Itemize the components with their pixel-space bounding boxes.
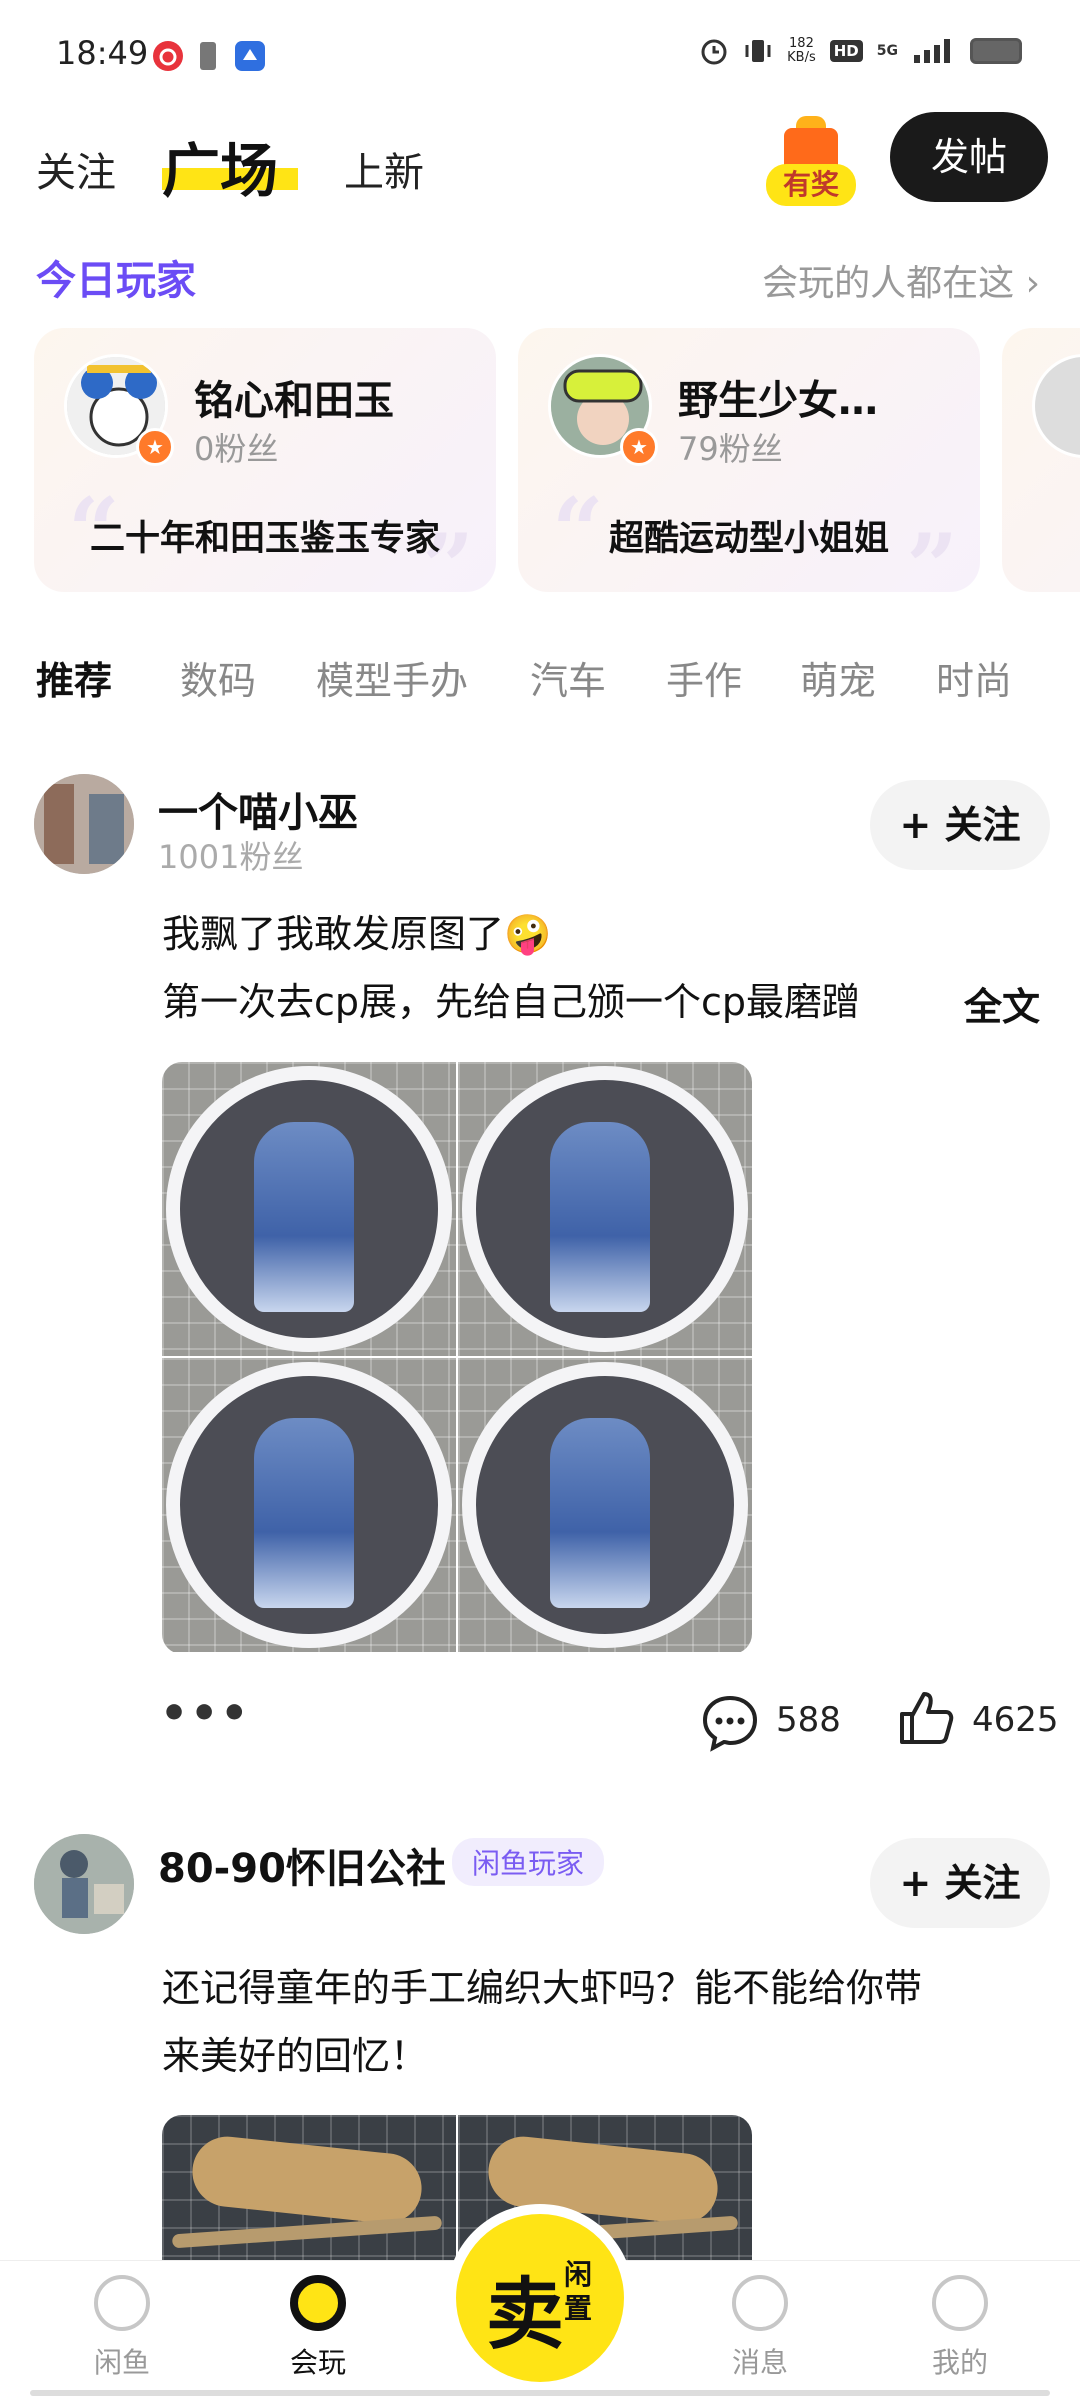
players-carousel[interactable]: ★ 铭心和田玉 0粉丝 “ ” 二十年和田玉鉴玉专家 ★ 野生少女… 79粉丝 …: [0, 328, 1080, 594]
player-card[interactable]: ★ 铭心和田玉 0粉丝 “ ” 二十年和田玉鉴玉专家: [34, 328, 496, 594]
player-fans: 0粉丝: [194, 430, 279, 468]
home-indicator: [30, 2390, 1050, 2396]
player-card[interactable]: ★ 野生少女… 79粉丝 “ ” 超酷运动型小姐姐: [518, 328, 980, 594]
net-speed: 182 KB/s: [787, 36, 816, 65]
player-card-partial[interactable]: [1002, 328, 1080, 592]
category-fashion[interactable]: 时尚: [936, 650, 1012, 705]
message-bubble-icon: [732, 2275, 788, 2331]
full-text-link[interactable]: 全文: [958, 976, 1041, 1031]
reward-label: 有奖: [766, 164, 856, 206]
player-desc: 超酷运动型小姐姐: [608, 519, 889, 559]
follow-button[interactable]: + 关注: [870, 780, 1050, 870]
feed-post: 一个喵小巫 1001粉丝 + 关注 我飘了我敢发原图了🤪 第一次去cp展，先给自…: [0, 770, 1080, 1760]
netease-music-icon: [153, 41, 183, 71]
nav-label: 闲鱼: [93, 2346, 150, 2379]
player-tag-badge: 闲鱼玩家: [452, 1838, 605, 1886]
nav-label: 我的: [931, 2346, 988, 2379]
top-nav: 关注 广场 上新 有奖 发帖: [0, 110, 1080, 220]
post-text-line: 第一次去cp展，先给自己颁一个cp最磨蹭: [162, 980, 861, 1024]
reward-gift-button[interactable]: 有奖: [766, 114, 856, 206]
verified-star-icon: ★: [136, 428, 174, 466]
post-text-line: 还记得童年的手工编织大虾吗？能不能给你带: [162, 1966, 923, 2010]
feed-post: 80-90怀旧公社 闲鱼玩家 + 关注 还记得童年的手工编织大虾吗？能不能给你带…: [0, 1830, 1080, 2260]
sell-sub-label: 闲置: [564, 2258, 593, 2325]
post-actions: ••• 588 4625: [0, 1682, 1080, 1762]
battery-icon: [970, 38, 1022, 64]
nav-play[interactable]: 会玩: [258, 2275, 378, 2395]
fish-home-icon: [94, 2275, 150, 2331]
hd-badge: HD: [829, 40, 863, 62]
category-pets[interactable]: 萌宠: [800, 650, 876, 705]
sell-main-label: 卖: [486, 2269, 565, 2360]
like-count: 4625: [972, 1700, 1059, 1740]
player-fans: 79粉丝: [678, 430, 783, 468]
post-text-line: 来美好的回忆！: [162, 2034, 429, 2078]
comment-icon[interactable]: [700, 1692, 760, 1752]
author-name[interactable]: 80-90怀旧公社: [158, 1836, 446, 1894]
author-avatar[interactable]: [34, 774, 134, 874]
sim-icon: [200, 42, 216, 70]
post-image-grid[interactable]: [162, 2115, 752, 2260]
post-image[interactable]: [162, 2115, 456, 2260]
player-desc: 二十年和田玉鉴玉专家: [89, 519, 440, 559]
category-recommend[interactable]: 推荐: [36, 650, 112, 705]
category-handmade[interactable]: 手作: [666, 650, 742, 705]
clock: 18:49: [56, 34, 149, 72]
smile-profile-icon: [932, 2275, 988, 2331]
player-name: 铭心和田玉: [194, 378, 394, 424]
today-players-title: 今日玩家: [36, 258, 196, 304]
post-image[interactable]: [162, 1358, 456, 1652]
more-options-button[interactable]: •••: [160, 1688, 250, 1739]
nav-profile[interactable]: 我的: [900, 2275, 1020, 2395]
players-more-link[interactable]: 会玩的人都在这 ›: [762, 254, 1040, 306]
player-avatar: [1032, 354, 1080, 458]
status-icons: 182 KB/s HD 5G: [699, 36, 1022, 66]
author-fans: 1001粉丝: [158, 838, 304, 876]
post-image[interactable]: [458, 1062, 752, 1356]
like-thumb-icon[interactable]: [896, 1688, 956, 1748]
follow-button[interactable]: + 关注: [870, 1838, 1050, 1928]
author-avatar[interactable]: [34, 1834, 134, 1934]
verified-star-icon: ★: [620, 428, 658, 466]
nav-messages[interactable]: 消息: [700, 2275, 820, 2395]
create-post-button[interactable]: 发帖: [890, 112, 1048, 202]
app-notification-icon: [235, 41, 265, 71]
sell-idle-button[interactable]: 卖 闲置: [456, 2214, 624, 2382]
post-image[interactable]: [162, 1062, 456, 1356]
author-name[interactable]: 一个喵小巫: [158, 780, 358, 838]
nav-label: 会玩: [289, 2346, 346, 2379]
alarm-icon: [701, 39, 727, 65]
tab-square[interactable]: 广场: [162, 124, 278, 208]
nav-label: 消息: [731, 2346, 788, 2379]
tab-follow[interactable]: 关注: [36, 140, 116, 198]
status-bar: 18:49 182 KB/s HD 5G: [0, 0, 1080, 110]
category-models[interactable]: 模型手办: [316, 650, 468, 705]
network-type: 5G: [876, 43, 898, 59]
category-digital[interactable]: 数码: [180, 650, 256, 705]
comment-count: 588: [776, 1700, 841, 1740]
play-circle-icon: [290, 2275, 346, 2331]
post-text-line: 我飘了我敢发原图了🤪: [162, 912, 552, 956]
tab-new-arrivals[interactable]: 上新: [344, 140, 424, 198]
vibrate-icon: [745, 40, 771, 62]
nav-home[interactable]: 闲鱼: [62, 2275, 182, 2395]
signal-icon: [914, 39, 950, 63]
category-cars[interactable]: 汽车: [530, 650, 606, 705]
post-image-grid[interactable]: [162, 1062, 752, 1654]
post-image[interactable]: [458, 1358, 752, 1652]
player-name: 野生少女…: [678, 378, 878, 424]
